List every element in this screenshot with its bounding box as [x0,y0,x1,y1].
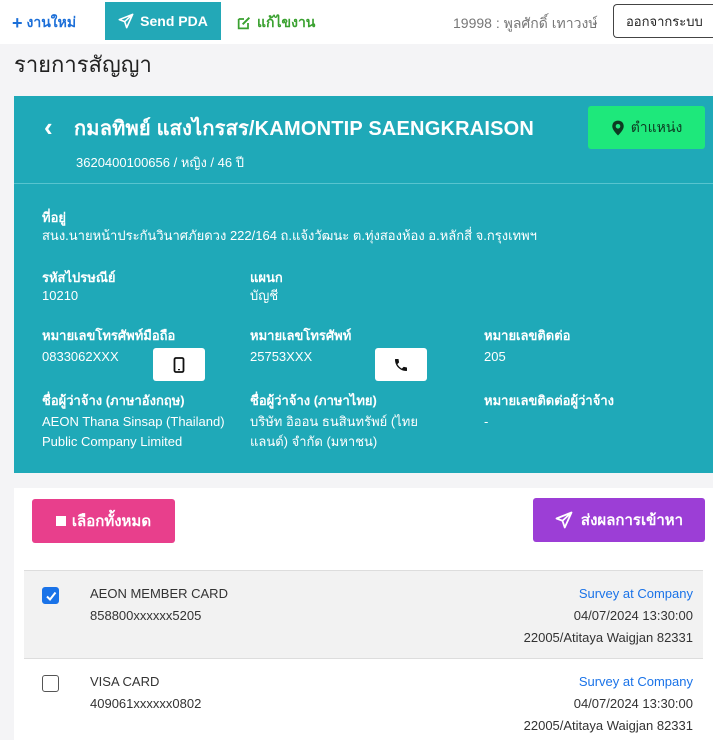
select-all-button[interactable]: เลือกทั้งหมด [32,499,175,543]
current-user: 19998 : พูลศักดิ์ เทาวงษ์ [453,15,598,31]
postcode-label: รหัสไปรษณีย์ [42,270,116,285]
employer-en-line2: Public Company Limited [42,434,183,449]
ext-label: หมายเลขติดต่อ [484,328,571,343]
survey-type-link[interactable]: Survey at Company [579,586,693,601]
send-result-button[interactable]: ส่งผลการเข้าหา [533,498,705,542]
mobile-label: หมายเลขโทรศัพท์มือถือ [42,328,176,343]
select-all-label: เลือกทั้งหมด [71,513,152,530]
square-icon [55,516,66,526]
department-value: บัญชี [250,288,279,303]
card-number: 858800xxxxxx5205 [90,608,202,623]
agent-info: 22005/Atitaya Waigjan 82331 [523,718,693,733]
edit-icon [237,16,251,30]
call-mobile-button[interactable] [153,348,205,381]
employer-contact-label: หมายเลขติดต่อผู้ว่าจ้าง [484,393,614,408]
back-chevron-icon[interactable]: ‹ [44,112,53,143]
employer-en-line1: AEON Thana Sinsap (Thailand) [42,414,225,429]
phone-label: หมายเลขโทรศัพท์ [250,328,352,343]
card-name: VISA CARD [90,674,160,689]
location-label: ตำแหน่ง [630,118,683,135]
card-name: AEON MEMBER CARD [90,586,228,601]
card-number: 409061xxxxxx0802 [90,696,202,711]
edit-job-button[interactable]: แก้ไขงาน [236,12,315,34]
address-label: ที่อยู่ [42,210,66,225]
appointment-date: 04/07/2024 13:30:00 [573,696,693,711]
ext-value: 205 [484,349,506,364]
contract-row[interactable]: VISA CARD 409061xxxxxx0802 Survey at Com… [24,658,703,740]
new-job-button[interactable]: + งานใหม่ [12,12,76,34]
mobile-value: 0833062XXX [42,349,119,364]
edit-job-label: แก้ไขงาน [257,14,316,30]
employer-en-label: ชื่อผู้ว่าจ้าง (ภาษาอังกฤษ) [42,393,185,408]
call-phone-button[interactable] [375,348,427,381]
contract-checkbox[interactable] [42,587,59,604]
department-label: แผนก [250,270,283,285]
plus-icon: + [12,13,23,33]
address-value: สนง.นายหน้าประกันวินาศภัยดวง 222/164 ถ.แ… [42,228,537,243]
map-marker-icon [611,120,624,135]
contract-row[interactable]: AEON MEMBER CARD 858800xxxxxx5205 Survey… [24,570,703,658]
send-result-label: ส่งผลการเข้าหา [580,512,684,529]
employer-th-line1: บริษัท อิออน ธนสินทรัพย์ (ไทย [250,414,418,429]
location-button[interactable]: ตำแหน่ง [588,106,705,149]
phone-value: 25753XXX [250,349,313,364]
top-bar: + งานใหม่ Send PDA แก้ไขงาน 19998 : พูลศ… [0,0,713,44]
employer-th-line2: แลนด์) จำกัด (มหาชน) [250,434,378,449]
contract-checkbox[interactable] [42,675,59,692]
survey-type-link[interactable]: Survey at Company [579,674,693,689]
appointment-date: 04/07/2024 13:30:00 [573,608,693,623]
customer-card: ‹ กมลทิพย์ แสงไกรสร/KAMONTIP SAENGKRAISO… [14,96,713,473]
customer-name: กมลทิพย์ แสงไกรสร/KAMONTIP SAENGKRAISON [74,118,535,140]
new-job-label: งานใหม่ [26,14,77,30]
page-title: รายการสัญญา [14,52,152,77]
send-pda-label: Send PDA [140,13,208,29]
postcode-value: 10210 [42,288,79,303]
logout-button[interactable]: ออกจากระบบ [613,4,713,38]
customer-id-info: 3620400100656 / หญิง / 46 ปี [76,155,244,170]
employer-th-label: ชื่อผู้ว่าจ้าง (ภาษาไทย) [250,393,377,408]
customer-card-header: ‹ กมลทิพย์ แสงไกรสร/KAMONTIP SAENGKRAISO… [14,96,713,184]
send-pda-button[interactable]: Send PDA [105,2,221,40]
paper-plane-icon [555,511,573,529]
phone-icon [395,358,407,371]
mobile-phone-icon [173,356,185,373]
employer-contact-value: - [484,414,489,429]
paper-plane-icon [118,13,134,29]
contracts-panel: เลือกทั้งหมด ส่งผลการเข้าหา AEON MEMBER … [14,488,713,740]
check-icon [45,591,56,601]
agent-info: 22005/Atitaya Waigjan 82331 [523,630,693,645]
